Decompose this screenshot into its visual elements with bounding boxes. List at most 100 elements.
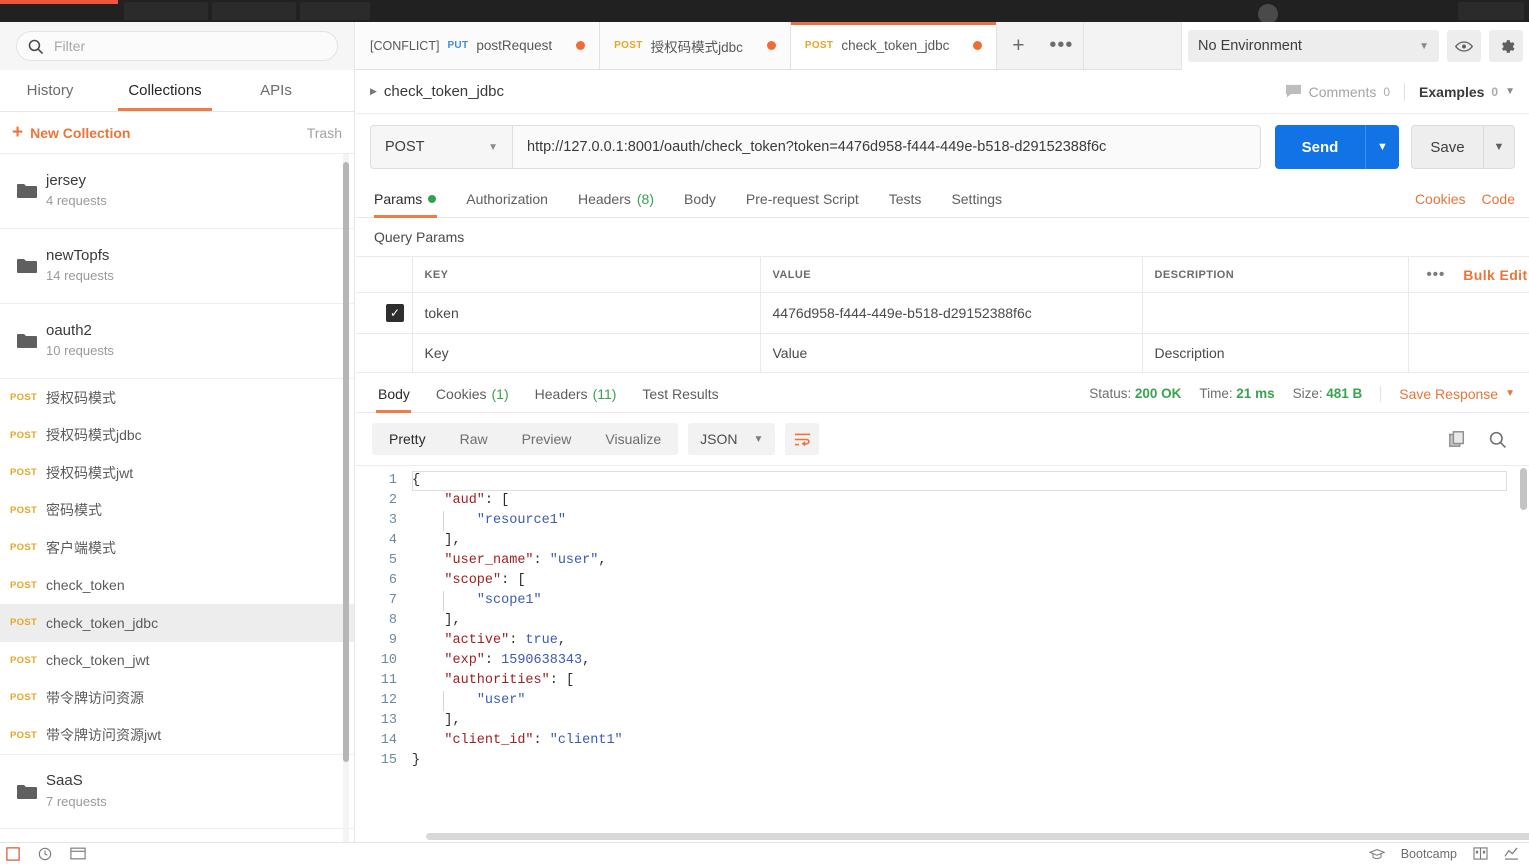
code-horizontal-scrollbar[interactable] — [426, 833, 1529, 840]
code-line[interactable]: "client_id": "client1" — [412, 731, 1529, 751]
save-button[interactable]: Save — [1411, 125, 1483, 169]
console-icon[interactable] — [70, 847, 86, 860]
row-description[interactable] — [1141, 292, 1409, 334]
bootcamp-label[interactable]: Bootcamp — [1401, 847, 1457, 861]
response-format-selector[interactable]: JSON ▼ — [688, 423, 776, 455]
collection-folder[interactable]: jersey 4 requests — [0, 154, 354, 229]
send-options-button[interactable]: ▼ — [1365, 125, 1399, 169]
layout-icon[interactable] — [1473, 847, 1488, 860]
history-icon[interactable] — [38, 847, 52, 861]
search-icon[interactable] — [1488, 430, 1507, 449]
tab-body[interactable]: Body — [669, 180, 731, 218]
save-response-button[interactable]: Save Response ▼ — [1399, 386, 1515, 402]
response-body-viewer[interactable]: 1 2 3 4 5 6 7 8 9 10 11 12 13 14 15 { "aud": [ "resour… — [356, 465, 1529, 842]
tabstrip-more-button[interactable]: ••• — [1039, 22, 1084, 69]
code-editor[interactable]: 1 2 3 4 5 6 7 8 9 10 11 12 13 14 15 { "aud": [ "resour… — [356, 466, 1529, 771]
new-value-input[interactable]: Value — [759, 333, 1143, 373]
request-tab[interactable]: POST 授权码模式jdbc — [600, 22, 791, 69]
code-line[interactable]: ], — [412, 711, 1529, 731]
request-item[interactable]: POST 授权码模式 — [0, 379, 354, 417]
environment-selector[interactable]: No Environment ▼ — [1188, 30, 1439, 62]
settings-button[interactable] — [1489, 30, 1523, 62]
request-item[interactable]: POST 授权码模式jdbc — [0, 416, 354, 454]
code-line[interactable]: "exp": 1590638343, — [412, 651, 1529, 671]
view-mode-pretty[interactable]: Pretty — [372, 423, 443, 455]
save-options-button[interactable]: ▼ — [1483, 125, 1515, 169]
avatar[interactable] — [1258, 4, 1278, 24]
request-tab[interactable]: [CONFLICT] PUT postRequest — [356, 22, 601, 69]
environment-quick-look-button[interactable] — [1447, 30, 1481, 62]
view-mode-raw[interactable]: Raw — [443, 423, 505, 455]
new-key-input[interactable]: Key — [411, 333, 761, 373]
request-tab-active[interactable]: POST check_token_jdbc — [790, 22, 998, 69]
titlebar-chip[interactable] — [1458, 2, 1524, 20]
request-item[interactable]: POST check_token_jwt — [0, 641, 354, 679]
row-key[interactable]: token — [411, 292, 761, 334]
view-mode-preview[interactable]: Preview — [505, 423, 589, 455]
word-wrap-button[interactable] — [785, 423, 820, 455]
examples-button[interactable]: Examples 0 ▼ — [1419, 84, 1515, 100]
row-value[interactable]: 4476d958-f444-449e-b518-d29152388f6c — [759, 292, 1143, 334]
code-line[interactable]: "scope1" — [412, 591, 1529, 611]
row-checkbox[interactable]: ✓ — [386, 304, 404, 322]
sidebar-tab-apis[interactable]: APIs — [230, 70, 322, 111]
collection-folder[interactable]: oauth2 10 requests — [0, 304, 354, 379]
response-tab-body[interactable]: Body — [370, 375, 423, 413]
tab-settings[interactable]: Settings — [936, 180, 1017, 218]
collection-folder[interactable]: SaaS 7 requests — [0, 754, 354, 829]
breadcrumb[interactable]: ▶ check_token_jdbc — [370, 83, 504, 100]
url-input[interactable] — [512, 125, 1261, 169]
code-line[interactable]: "resource1" — [412, 511, 1529, 531]
sidebar-tab-history[interactable]: History — [0, 70, 100, 111]
request-item-selected[interactable]: POST check_token_jdbc — [0, 604, 354, 642]
new-collection-button[interactable]: + New Collection — [12, 123, 130, 142]
trash-link[interactable]: Trash — [307, 125, 342, 141]
code-line[interactable]: "aud": [ — [412, 491, 1529, 511]
titlebar-chip[interactable] — [124, 2, 208, 20]
request-item[interactable]: POST 带令牌访问资源jwt — [0, 716, 354, 754]
comments-button[interactable]: Comments 0 — [1285, 84, 1390, 100]
code-content[interactable]: { "aud": [ "resource1" ], "user_name": "… — [408, 471, 1529, 771]
code-vertical-scrollbar[interactable] — [1520, 468, 1527, 510]
code-line[interactable]: "user_name": "user", — [412, 551, 1529, 571]
send-button[interactable]: Send — [1275, 125, 1365, 169]
view-mode-visualize[interactable]: Visualize — [588, 423, 678, 455]
code-line[interactable]: ], — [412, 531, 1529, 551]
tab-headers[interactable]: Headers (8) — [563, 180, 669, 218]
code-line[interactable]: { — [412, 471, 1529, 491]
tab-pre-request-script[interactable]: Pre-request Script — [731, 180, 874, 218]
collection-folder[interactable]: newTopfs 14 requests — [0, 229, 354, 304]
request-item[interactable]: POST 带令牌访问资源 — [0, 679, 354, 717]
request-item[interactable]: POST 客户端模式 — [0, 529, 354, 567]
code-line[interactable]: "user" — [412, 691, 1529, 711]
sidebar-toggle-icon[interactable] — [6, 846, 20, 861]
request-item[interactable]: POST 密码模式 — [0, 491, 354, 529]
titlebar-chip[interactable] — [300, 2, 370, 20]
code-link[interactable]: Code — [1482, 191, 1515, 207]
code-line[interactable]: ], — [412, 611, 1529, 631]
cookies-link[interactable]: Cookies — [1415, 191, 1466, 207]
titlebar-chip[interactable] — [212, 2, 296, 20]
sidebar-tab-collections[interactable]: Collections — [100, 70, 230, 111]
code-line[interactable]: "scope": [ — [412, 571, 1529, 591]
request-item[interactable]: POST 授权码模式jwt — [0, 454, 354, 492]
tab-tests[interactable]: Tests — [874, 180, 937, 218]
tab-params[interactable]: Params — [370, 180, 451, 218]
bulk-edit-button[interactable]: Bulk Edit — [1463, 267, 1527, 283]
trend-icon[interactable] — [1504, 847, 1519, 860]
response-tab-test-results[interactable]: Test Results — [629, 375, 731, 413]
search-input[interactable] — [52, 37, 327, 55]
http-method-selector[interactable]: POST ▼ — [370, 125, 512, 169]
new-description-input[interactable]: Description — [1141, 333, 1409, 373]
params-more-button[interactable]: ••• — [1427, 266, 1446, 283]
request-item[interactable]: POST check_token — [0, 566, 354, 604]
sidebar-scrollbar-thumb[interactable] — [343, 162, 349, 762]
graduation-cap-icon[interactable] — [1368, 848, 1385, 860]
response-tab-cookies[interactable]: Cookies (1) — [423, 375, 522, 413]
copy-icon[interactable] — [1448, 430, 1466, 448]
search-box[interactable] — [16, 31, 338, 61]
code-line[interactable]: "active": true, — [412, 631, 1529, 651]
code-line[interactable]: "authorities": [ — [412, 671, 1529, 691]
code-line[interactable]: } — [412, 751, 1529, 771]
tab-authorization[interactable]: Authorization — [451, 180, 563, 218]
